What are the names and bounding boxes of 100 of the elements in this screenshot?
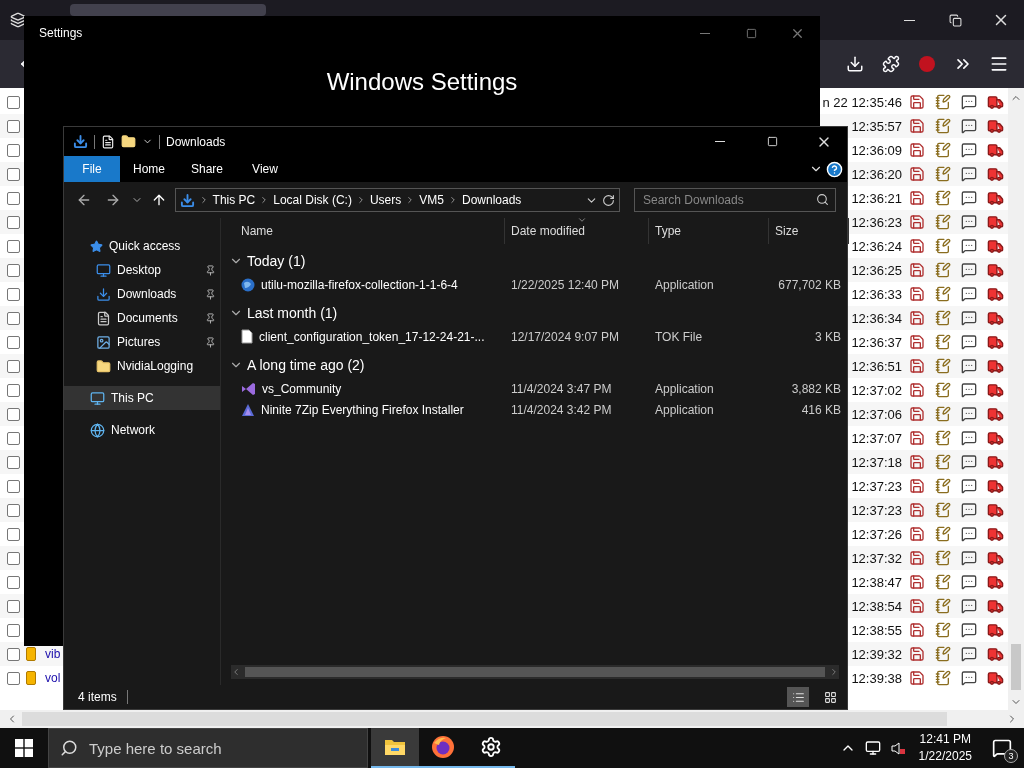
truck-icon[interactable] <box>986 429 1004 447</box>
comment-icon[interactable] <box>961 262 977 278</box>
tab-list-icon[interactable] <box>10 12 26 28</box>
comment-icon[interactable] <box>961 598 977 614</box>
details-view-button[interactable] <box>787 687 809 707</box>
checkbox[interactable] <box>7 407 20 421</box>
checkbox[interactable] <box>7 215 20 229</box>
column-header[interactable]: Date modified <box>505 218 649 244</box>
notepad-icon[interactable] <box>935 142 951 158</box>
checkbox[interactable] <box>7 335 20 349</box>
search-field[interactable]: Type here to search <box>48 728 368 768</box>
file-name[interactable]: Ninite 7Zip Everything Firefox Installer <box>231 402 505 417</box>
checkbox[interactable] <box>7 455 20 469</box>
refresh-icon[interactable] <box>602 193 615 207</box>
checkbox[interactable] <box>7 287 20 301</box>
comment-icon[interactable] <box>961 550 977 566</box>
save-icon[interactable] <box>909 94 925 110</box>
new-folder-icon[interactable] <box>121 134 136 149</box>
notepad-icon[interactable] <box>935 574 951 590</box>
checkbox[interactable] <box>7 527 20 541</box>
breadcrumb[interactable]: Downloads <box>461 193 522 207</box>
file-name[interactable]: utilu-mozilla-firefox-collection-1-1-6-4 <box>231 277 505 292</box>
checkbox[interactable] <box>7 575 20 589</box>
save-icon[interactable] <box>909 430 925 446</box>
comment-icon[interactable] <box>961 118 977 134</box>
notepad-icon[interactable] <box>935 286 951 302</box>
checkbox[interactable] <box>7 479 20 493</box>
help-icon[interactable] <box>826 160 843 178</box>
notepad-icon[interactable] <box>935 238 951 254</box>
nav-item[interactable]: This PC <box>64 386 220 410</box>
comment-icon[interactable] <box>961 526 977 542</box>
truck-icon[interactable] <box>986 189 1004 207</box>
save-icon[interactable] <box>909 526 925 542</box>
taskbar-app[interactable] <box>371 728 419 768</box>
group-header[interactable]: Last month (1) <box>221 300 847 326</box>
save-icon[interactable] <box>909 142 925 158</box>
scroll-thumb[interactable] <box>1011 644 1021 690</box>
ribbon-tab[interactable]: View <box>236 156 294 182</box>
comment-icon[interactable] <box>961 190 977 206</box>
search-field[interactable]: Search Downloads <box>634 188 836 212</box>
notepad-icon[interactable] <box>935 550 951 566</box>
row-link[interactable]: vol <box>45 671 61 685</box>
notepad-icon[interactable] <box>935 118 951 134</box>
checkbox[interactable] <box>7 311 20 325</box>
comment-icon[interactable] <box>961 670 977 686</box>
comment-icon[interactable] <box>961 646 977 662</box>
comment-icon[interactable] <box>961 358 977 374</box>
column-header[interactable]: Size <box>769 218 849 244</box>
truck-icon[interactable] <box>986 237 1004 255</box>
nav-item[interactable]: Documents <box>64 306 220 330</box>
truck-icon[interactable] <box>986 597 1004 615</box>
address-bar[interactable]: This PC Local Disk (C:) Users VM5 Downloads <box>174 188 620 212</box>
column-header[interactable]: Type <box>649 218 769 244</box>
file-name[interactable]: client_configuration_token_17-12-24-21-... <box>231 329 505 344</box>
truck-icon[interactable] <box>986 213 1004 231</box>
file-name[interactable]: vs_Community <box>231 381 505 396</box>
properties-icon[interactable] <box>101 134 115 149</box>
breadcrumb[interactable]: VM5 <box>419 193 444 207</box>
breadcrumb[interactable]: This PC <box>212 193 256 207</box>
save-icon[interactable] <box>909 550 925 566</box>
scroll-left-icon[interactable] <box>231 667 241 677</box>
save-icon[interactable] <box>909 406 925 422</box>
checkbox[interactable] <box>7 431 20 445</box>
comment-icon[interactable] <box>961 454 977 470</box>
notepad-icon[interactable] <box>935 526 951 542</box>
notepad-icon[interactable] <box>935 598 951 614</box>
checkbox[interactable] <box>7 143 20 157</box>
save-icon[interactable] <box>909 190 925 206</box>
truck-icon[interactable] <box>986 453 1004 471</box>
save-icon[interactable] <box>909 502 925 518</box>
nav-item[interactable]: Downloads <box>64 282 220 306</box>
checkbox[interactable] <box>7 239 20 253</box>
scroll-right-icon[interactable] <box>829 667 839 677</box>
checkbox[interactable] <box>7 671 20 685</box>
notepad-icon[interactable] <box>935 430 951 446</box>
truck-icon[interactable] <box>986 477 1004 495</box>
notepad-icon[interactable] <box>935 478 951 494</box>
column-header[interactable]: Name <box>231 218 505 244</box>
checkbox[interactable] <box>7 119 20 133</box>
comment-icon[interactable] <box>961 310 977 326</box>
save-icon[interactable] <box>909 286 925 302</box>
notepad-icon[interactable] <box>935 670 951 686</box>
save-icon[interactable] <box>909 334 925 350</box>
comment-icon[interactable] <box>961 382 977 398</box>
save-icon[interactable] <box>909 118 925 134</box>
nav-item[interactable]: Desktop <box>64 258 220 282</box>
truck-icon[interactable] <box>986 333 1004 351</box>
truck-icon[interactable] <box>986 381 1004 399</box>
truck-icon[interactable] <box>986 117 1004 135</box>
notepad-icon[interactable] <box>935 214 951 230</box>
save-icon[interactable] <box>909 382 925 398</box>
comment-icon[interactable] <box>961 574 977 590</box>
truck-icon[interactable] <box>986 549 1004 567</box>
save-icon[interactable] <box>909 670 925 686</box>
checkbox[interactable] <box>7 623 20 637</box>
comment-icon[interactable] <box>961 406 977 422</box>
truck-icon[interactable] <box>986 357 1004 375</box>
save-icon[interactable] <box>909 574 925 590</box>
comment-icon[interactable] <box>961 238 977 254</box>
save-icon[interactable] <box>909 646 925 662</box>
